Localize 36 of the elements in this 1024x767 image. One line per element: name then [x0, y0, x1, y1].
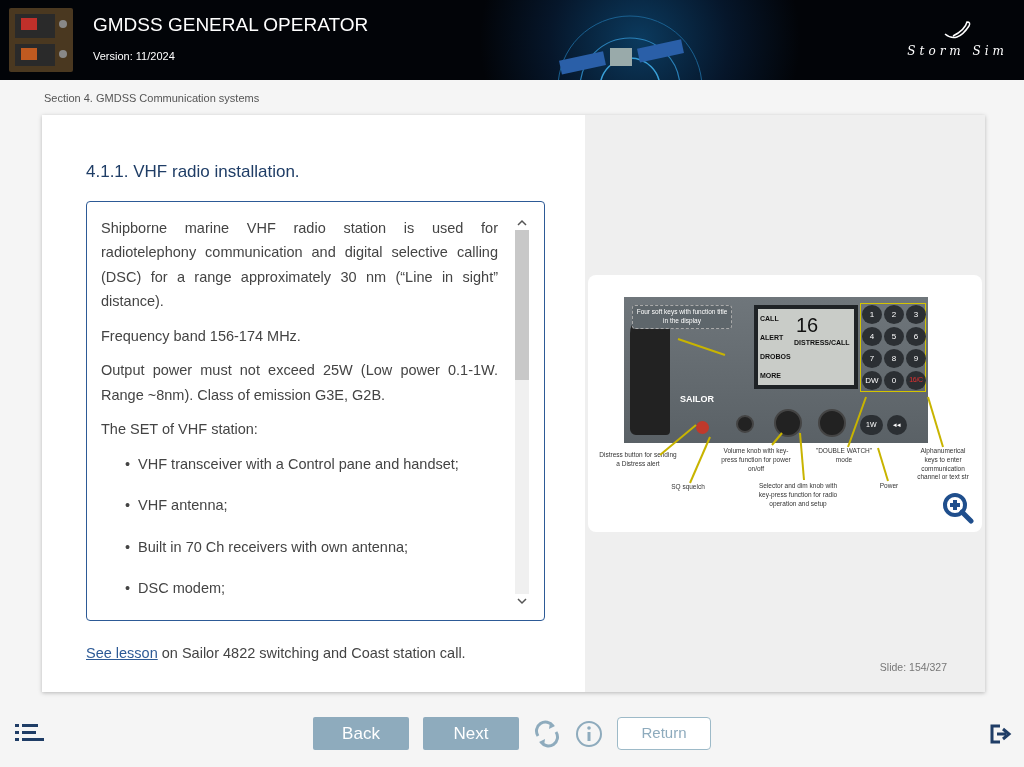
keypad-key: 1 — [862, 305, 882, 324]
breadcrumb: Section 4. GMDSS Communication systems — [44, 92, 260, 104]
nav-button[interactable]: Next — [423, 717, 519, 750]
keypad-key: 5 — [884, 327, 904, 346]
lesson-heading: 4.1.1. VHF radio installation. — [86, 161, 301, 183]
keypad-key: 7 — [862, 349, 882, 368]
keypad-key: 3 — [906, 305, 926, 324]
channel-number: 16 — [796, 315, 819, 335]
paragraph: Frequency band 156-174 MHz. — [101, 326, 302, 346]
bullet-mark: • — [125, 537, 131, 557]
bullet-mark: • — [125, 496, 131, 515]
see-lesson-sentence: See lesson on Sailor 4822 switching and Coast station call. — [86, 643, 467, 663]
keypad-key: 2 — [884, 305, 904, 324]
keypad-key: DW — [862, 371, 882, 390]
keypad-key: 4 — [862, 327, 882, 346]
keypad-key: 8 — [884, 349, 904, 368]
radio-brand-label: SAILOR — [680, 393, 714, 406]
list-item: VHF antenna; — [138, 496, 228, 515]
list-item: VHF transceiver with a Control pane and handset; — [138, 454, 459, 474]
app-title: GMDSS GENERAL OPERATOR — [93, 15, 369, 35]
version-label: Version: 11/2024 — [93, 49, 176, 65]
list-item: DSC modem; — [138, 579, 226, 598]
keypad-key: 6 — [906, 327, 926, 346]
nav-button[interactable]: Back — [313, 717, 409, 750]
list-item: Built in 70 Ch receivers with own antenna; — [138, 537, 409, 557]
bullet-mark: • — [125, 454, 131, 474]
paragraph: Output power must not exceed 25W (Low power 0.1-1W. Range ~8nm). Class of emission G3E, G2B. — [101, 361, 498, 405]
keypad-key: 0 — [884, 371, 904, 390]
see-lesson-link[interactable]: See lesson — [86, 644, 158, 661]
bullet-mark: • — [125, 579, 131, 598]
slide-counter: Slide: 154/327 — [879, 660, 947, 676]
keypad-key: 9 — [906, 349, 926, 368]
nav-button[interactable]: Return — [617, 717, 711, 750]
brand-name: Storm Sim — [907, 43, 1008, 60]
paragraph: Shipborne marine VHF radio station is used for radiotelephony communication and digital selective calling (DSC) for a range approximately 30 nm (“Line in sight” distance). — [101, 218, 498, 311]
paragraph: The SET of VHF station: — [101, 420, 259, 439]
